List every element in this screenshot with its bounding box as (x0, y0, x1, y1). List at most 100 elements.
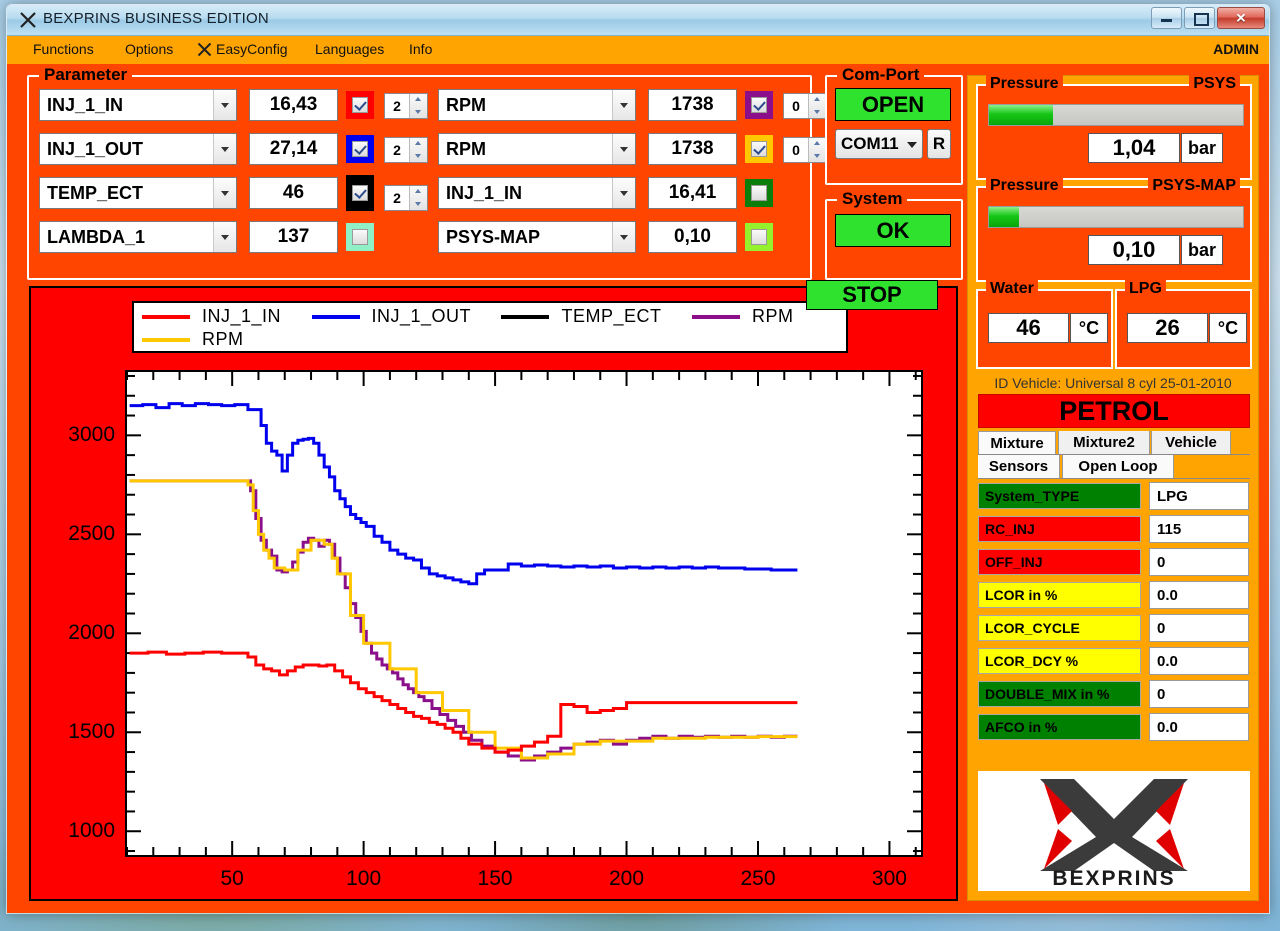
param-select-right-1[interactable]: RPM (438, 89, 636, 121)
y-axis-tick-label: 1500 (68, 720, 115, 744)
mixture-value-lcor-pct[interactable]: 0.0 (1149, 581, 1249, 609)
tab-open-loop[interactable]: Open Loop (1062, 455, 1174, 478)
menu-item-easyconfig[interactable]: EasyConfig (216, 41, 288, 57)
mixture-value-system-type[interactable]: LPG (1149, 482, 1249, 510)
param-scale-value-left-3: 2 (393, 190, 401, 206)
param-color-swatch-left-1[interactable] (346, 91, 374, 119)
chevron-down-icon (612, 90, 635, 120)
chevron-down-icon (213, 178, 236, 208)
tab-sensors[interactable]: Sensors (978, 455, 1060, 478)
param-color-swatch-left-3[interactable] (346, 175, 374, 211)
water-temp-value: 46 (988, 313, 1069, 343)
param-enable-checkbox-left-4[interactable] (352, 229, 368, 245)
application-window: BEXPRINS BUSINESS EDITION ✕ Functions Op… (6, 4, 1270, 914)
chart-plot-area[interactable]: 1000 1500 2000 2500 3000 50 100 150 200 250 300 (68, 370, 923, 890)
psys-pressure-group: Pressure PSYS 1,04 bar (976, 75, 1252, 180)
menu-item-options[interactable]: Options (125, 41, 173, 57)
param-select-left-4[interactable]: LAMBDA_1 (39, 221, 237, 253)
easyconfig-x-icon (197, 42, 212, 57)
chevron-down-icon (213, 90, 236, 120)
param-enable-checkbox-left-2[interactable] (352, 141, 368, 157)
tab-mixture2[interactable]: Mixture2 (1058, 431, 1150, 454)
system-status-indicator: OK (835, 214, 951, 247)
psys-value: 1,04 (1088, 133, 1180, 163)
tab-mixture[interactable]: Mixture (978, 431, 1056, 454)
lpg-temp-unit: °C (1209, 313, 1247, 343)
param-enable-checkbox-right-3[interactable] (751, 185, 767, 201)
param-select-left-3[interactable]: TEMP_ECT (39, 177, 237, 209)
param-scale-spinner-right-1[interactable]: 0 (783, 93, 827, 119)
mixture-value-afco[interactable]: 0.0 (1149, 713, 1249, 741)
spinner-down-icon (410, 106, 427, 118)
refresh-ports-button[interactable]: R (927, 129, 951, 159)
param-enable-checkbox-left-3[interactable] (352, 185, 368, 201)
param-color-swatch-right-2[interactable] (745, 135, 773, 163)
menu-item-functions[interactable]: Functions (33, 41, 94, 57)
parameter-row: LAMBDA_1 137 PSYS-MAP 0,10 (39, 221, 799, 255)
param-color-swatch-right-3[interactable] (745, 179, 773, 207)
param-enable-checkbox-right-2[interactable] (751, 141, 767, 157)
param-scale-spinner-left-1[interactable]: 2 (384, 93, 428, 119)
legend-entry-tempect: TEMP_ECT (501, 306, 661, 327)
param-color-swatch-right-4[interactable] (745, 223, 773, 251)
legend-entry-rpm-purple: RPM (691, 306, 794, 327)
param-select-right-4-value: PSYS-MAP (446, 226, 541, 247)
bexprins-logo-icon: BEXPRINS (1040, 779, 1188, 889)
param-select-left-4-value: LAMBDA_1 (47, 226, 146, 247)
stop-button[interactable]: STOP (806, 280, 938, 310)
psysmap-pressure-group: Pressure PSYS-MAP 0,10 bar (976, 177, 1252, 282)
mixture-value-lcor-cycle[interactable]: 0 (1149, 614, 1249, 642)
psysmap-pressure-bar-fill (989, 207, 1020, 227)
param-value-right-1: 1738 (648, 89, 737, 121)
mixture-value-rc-inj[interactable]: 115 (1149, 515, 1249, 543)
x-axis-tick-label: 300 (871, 867, 907, 890)
param-select-right-4[interactable]: PSYS-MAP (438, 221, 636, 253)
param-scale-spinner-left-3[interactable]: 2 (384, 185, 428, 211)
psysmap-group-label: Pressure (986, 177, 1063, 195)
param-select-right-3[interactable]: INJ_1_IN (438, 177, 636, 209)
tab-row-primary: Mixture Mixture2 Vehicle (978, 431, 1250, 455)
param-scale-spinner-right-2[interactable]: 0 (783, 137, 827, 163)
param-select-left-3-value: TEMP_ECT (47, 182, 144, 203)
param-select-left-1[interactable]: INJ_1_IN (39, 89, 237, 121)
minimize-button[interactable] (1151, 7, 1182, 29)
param-select-right-2-value: RPM (446, 138, 486, 159)
tab-vehicle[interactable]: Vehicle (1151, 431, 1231, 454)
param-color-swatch-left-2[interactable] (346, 135, 374, 163)
brand-logo: BEXPRINS (978, 771, 1250, 891)
param-enable-checkbox-left-1[interactable] (352, 97, 368, 113)
param-scale-spinner-left-2[interactable]: 2 (384, 137, 428, 163)
param-enable-checkbox-right-4[interactable] (751, 229, 767, 245)
param-select-right-2[interactable]: RPM (438, 133, 636, 165)
param-select-left-2[interactable]: INJ_1_OUT (39, 133, 237, 165)
param-color-swatch-right-1[interactable] (745, 91, 773, 119)
psysmap-value: 0,10 (1088, 235, 1180, 265)
chevron-down-icon (612, 178, 635, 208)
lpg-group-label: LPG (1125, 280, 1166, 298)
mixture-value-off-inj[interactable]: 0 (1149, 548, 1249, 576)
parameter-row: INJ_1_OUT 27,14 2 RPM 1738 0 (39, 133, 827, 167)
param-scale-value-left-1: 2 (393, 98, 401, 114)
legend-label-rpm-purple: RPM (751, 306, 794, 326)
mixture-value-double-mix[interactable]: 0 (1149, 680, 1249, 708)
lpg-temp-group: LPG 26 °C (1115, 280, 1252, 369)
mixture-table: System_TYPE LPG RC_INJ 115 OFF_INJ 0 LCO… (978, 482, 1250, 746)
param-enable-checkbox-right-1[interactable] (751, 97, 767, 113)
chevron-down-icon (902, 130, 922, 158)
param-color-swatch-left-4[interactable] (346, 223, 374, 251)
table-row: LCOR_CYCLE 0 (978, 614, 1250, 642)
param-select-left-1-value: INJ_1_IN (47, 94, 124, 115)
menu-item-languages[interactable]: Languages (315, 41, 384, 57)
mixture-value-lcor-dcy[interactable]: 0.0 (1149, 647, 1249, 675)
close-button[interactable]: ✕ (1217, 7, 1265, 29)
legend-entry-rpm-yellow: RPM (142, 329, 244, 350)
parameter-group: Parameter INJ_1_IN 16,43 2 RPM 1738 0 IN… (27, 65, 827, 280)
tab-row-secondary: Sensors Open Loop (978, 455, 1250, 479)
mixture-key-lcor-pct: LCOR in % (978, 582, 1141, 608)
com-port-select[interactable]: COM11 (835, 129, 923, 159)
y-axis-tick-label: 2500 (68, 522, 115, 546)
open-port-button[interactable]: OPEN (835, 88, 951, 121)
maximize-button[interactable] (1184, 7, 1215, 29)
x-axis-tick-label: 200 (609, 867, 645, 890)
menu-item-info[interactable]: Info (409, 41, 432, 57)
